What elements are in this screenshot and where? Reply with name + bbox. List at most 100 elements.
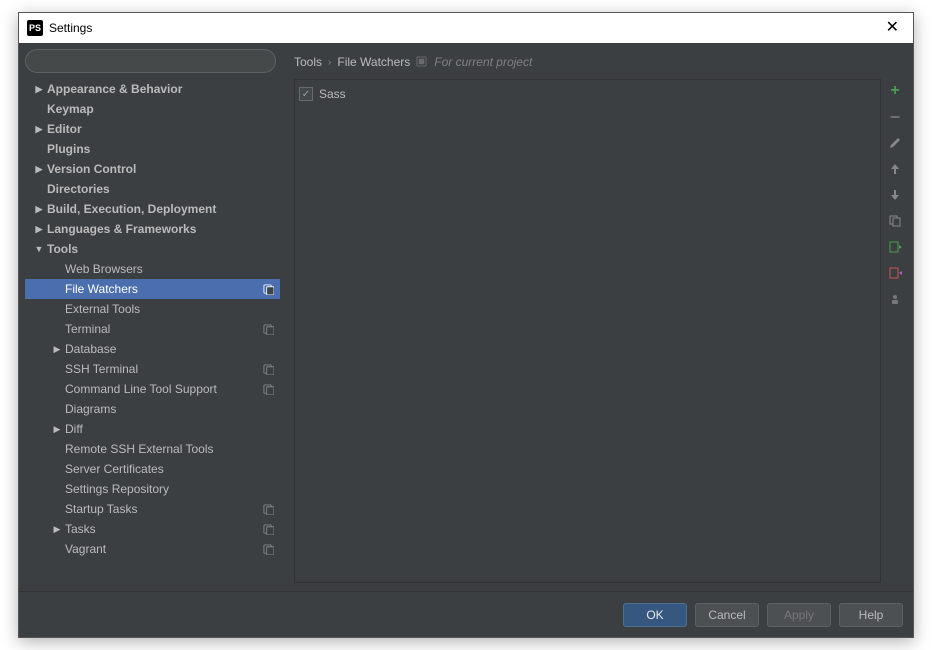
search-input[interactable]: [25, 49, 276, 73]
expand-arrow-icon: ▶: [33, 164, 45, 175]
expand-arrow-icon: ▶: [51, 344, 63, 355]
tree-item-label: Keymap: [47, 102, 94, 116]
watcher-row[interactable]: ✓ Sass: [299, 84, 876, 104]
window-title: Settings: [49, 21, 92, 35]
apply-button[interactable]: Apply: [767, 603, 831, 627]
tree-item-label: Tools: [47, 242, 78, 256]
tree-item-external-tools[interactable]: External Tools: [25, 299, 280, 319]
project-scope-icon: [262, 543, 274, 555]
title-bar: PS Settings ✕: [19, 13, 913, 43]
tree-item-keymap[interactable]: Keymap: [25, 99, 280, 119]
tree-item-label: SSH Terminal: [65, 362, 138, 376]
toggle-level-button[interactable]: [887, 291, 903, 307]
sidebar: ▶Appearance & BehaviorKeymap▶EditorPlugi…: [19, 43, 282, 591]
project-scope-icon: [262, 323, 274, 335]
tree-item-label: Languages & Frameworks: [47, 222, 196, 236]
move-down-button[interactable]: [887, 187, 903, 203]
tree-item-tools[interactable]: ▼Tools: [25, 239, 280, 259]
tree-item-startup-tasks[interactable]: Startup Tasks: [25, 499, 280, 519]
tree-item-vagrant[interactable]: Vagrant: [25, 539, 280, 559]
tree-item-label: Server Certificates: [65, 462, 164, 476]
tree-item-languages-frameworks[interactable]: ▶Languages & Frameworks: [25, 219, 280, 239]
tree-item-label: Appearance & Behavior: [47, 82, 182, 96]
watcher-toolbar: + −: [881, 79, 905, 583]
main-panel: Tools › File Watchers For current projec…: [282, 43, 913, 591]
tree-item-label: File Watchers: [65, 282, 138, 296]
close-button[interactable]: ✕: [880, 20, 905, 36]
tree-item-remote-ssh-external-tools[interactable]: Remote SSH External Tools: [25, 439, 280, 459]
tree-item-web-browsers[interactable]: Web Browsers: [25, 259, 280, 279]
settings-window: PS Settings ✕ ▶Appearance & BehaviorKeym…: [18, 12, 914, 638]
tree-item-label: Startup Tasks: [65, 502, 137, 516]
export-button[interactable]: [887, 265, 903, 281]
breadcrumb-root: Tools: [294, 55, 322, 69]
tree-item-database[interactable]: ▶Database: [25, 339, 280, 359]
tree-item-command-line-tool-support[interactable]: Command Line Tool Support: [25, 379, 280, 399]
tree-item-label: Terminal: [65, 322, 110, 336]
watcher-list[interactable]: ✓ Sass: [294, 79, 881, 583]
expand-arrow-icon: ▶: [33, 84, 45, 95]
project-scope-icon: [262, 283, 274, 295]
help-button[interactable]: Help: [839, 603, 903, 627]
breadcrumb: Tools › File Watchers For current projec…: [294, 51, 905, 73]
expand-arrow-icon: ▶: [51, 524, 63, 535]
edit-button[interactable]: [887, 135, 903, 151]
tree-item-appearance-behavior[interactable]: ▶Appearance & Behavior: [25, 79, 280, 99]
tree-item-label: Version Control: [47, 162, 136, 176]
tree-item-diagrams[interactable]: Diagrams: [25, 399, 280, 419]
dialog-footer: OK Cancel Apply Help: [19, 591, 913, 637]
settings-tree[interactable]: ▶Appearance & BehaviorKeymap▶EditorPlugi…: [25, 79, 282, 585]
copy-button[interactable]: [887, 213, 903, 229]
expand-arrow-icon: ▼: [33, 244, 45, 254]
move-up-button[interactable]: [887, 161, 903, 177]
ok-button[interactable]: OK: [623, 603, 687, 627]
tree-item-label: Remote SSH External Tools: [65, 442, 214, 456]
tree-item-label: Tasks: [65, 522, 96, 536]
tree-item-label: Command Line Tool Support: [65, 382, 217, 396]
search-wrap: [25, 49, 282, 79]
tree-item-label: Plugins: [47, 142, 90, 156]
tree-item-label: Database: [65, 342, 116, 356]
tree-item-tasks[interactable]: ▶Tasks: [25, 519, 280, 539]
tree-item-label: Build, Execution, Deployment: [47, 202, 216, 216]
tree-item-label: Diagrams: [65, 402, 116, 416]
breadcrumb-separator: ›: [328, 57, 331, 68]
tree-item-terminal[interactable]: Terminal: [25, 319, 280, 339]
tree-item-label: Editor: [47, 122, 82, 136]
breadcrumb-leaf: File Watchers: [337, 55, 410, 69]
upper-area: ▶Appearance & BehaviorKeymap▶EditorPlugi…: [19, 43, 913, 591]
tree-item-directories[interactable]: Directories: [25, 179, 280, 199]
add-button[interactable]: +: [887, 83, 903, 99]
tree-item-server-certificates[interactable]: Server Certificates: [25, 459, 280, 479]
expand-arrow-icon: ▶: [51, 424, 63, 435]
tree-item-diff[interactable]: ▶Diff: [25, 419, 280, 439]
project-scope-icon: [416, 56, 428, 68]
watcher-enabled-checkbox[interactable]: ✓: [299, 87, 313, 101]
import-button[interactable]: [887, 239, 903, 255]
panel-body: ✓ Sass + −: [294, 79, 905, 583]
expand-arrow-icon: ▶: [33, 124, 45, 135]
tree-item-label: Settings Repository: [65, 482, 169, 496]
app-icon: PS: [27, 20, 43, 36]
tree-item-ssh-terminal[interactable]: SSH Terminal: [25, 359, 280, 379]
watcher-name: Sass: [319, 87, 346, 101]
search-box: [25, 49, 276, 73]
project-scope-icon: [262, 363, 274, 375]
tree-item-plugins[interactable]: Plugins: [25, 139, 280, 159]
tree-item-file-watchers[interactable]: File Watchers: [25, 279, 280, 299]
tree-item-editor[interactable]: ▶Editor: [25, 119, 280, 139]
tree-item-label: Vagrant: [65, 542, 106, 556]
breadcrumb-scope: For current project: [434, 55, 532, 69]
remove-button[interactable]: −: [887, 109, 903, 125]
expand-arrow-icon: ▶: [33, 224, 45, 235]
content-area: ▶Appearance & BehaviorKeymap▶EditorPlugi…: [19, 43, 913, 637]
cancel-button[interactable]: Cancel: [695, 603, 759, 627]
tree-item-build-execution-deployment[interactable]: ▶Build, Execution, Deployment: [25, 199, 280, 219]
tree-item-label: Web Browsers: [65, 262, 143, 276]
tree-item-settings-repository[interactable]: Settings Repository: [25, 479, 280, 499]
tree-item-version-control[interactable]: ▶Version Control: [25, 159, 280, 179]
project-scope-icon: [262, 523, 274, 535]
tree-item-label: Directories: [47, 182, 110, 196]
tree-item-label: External Tools: [65, 302, 140, 316]
project-scope-icon: [262, 383, 274, 395]
